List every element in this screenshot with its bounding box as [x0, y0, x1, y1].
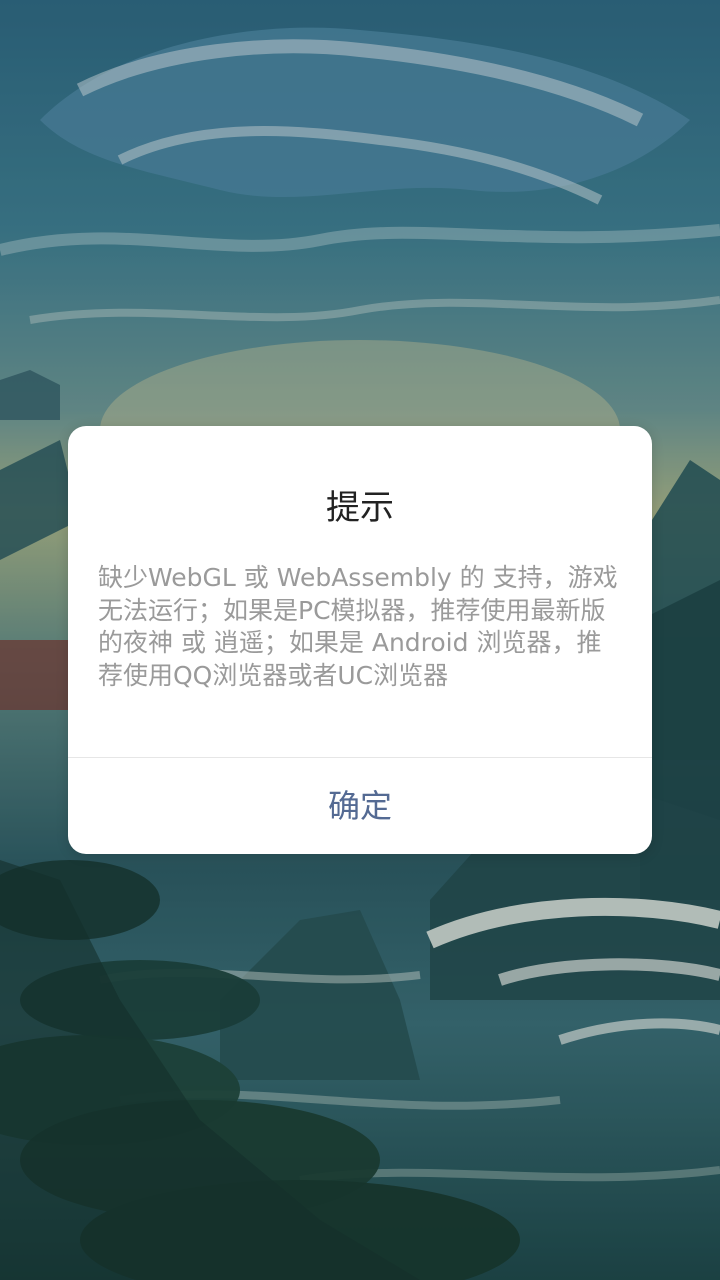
confirm-button[interactable]: 确定: [68, 758, 652, 854]
game-screen: 提示 缺少WebGL 或 WebAssembly 的 支持，游戏无法运行；如果是…: [0, 0, 720, 1280]
dialog-message: 缺少WebGL 或 WebAssembly 的 支持，游戏无法运行；如果是PC模…: [98, 563, 618, 690]
alert-dialog: 提示 缺少WebGL 或 WebAssembly 的 支持，游戏无法运行；如果是…: [68, 426, 652, 854]
dialog-title: 提示: [326, 488, 394, 528]
